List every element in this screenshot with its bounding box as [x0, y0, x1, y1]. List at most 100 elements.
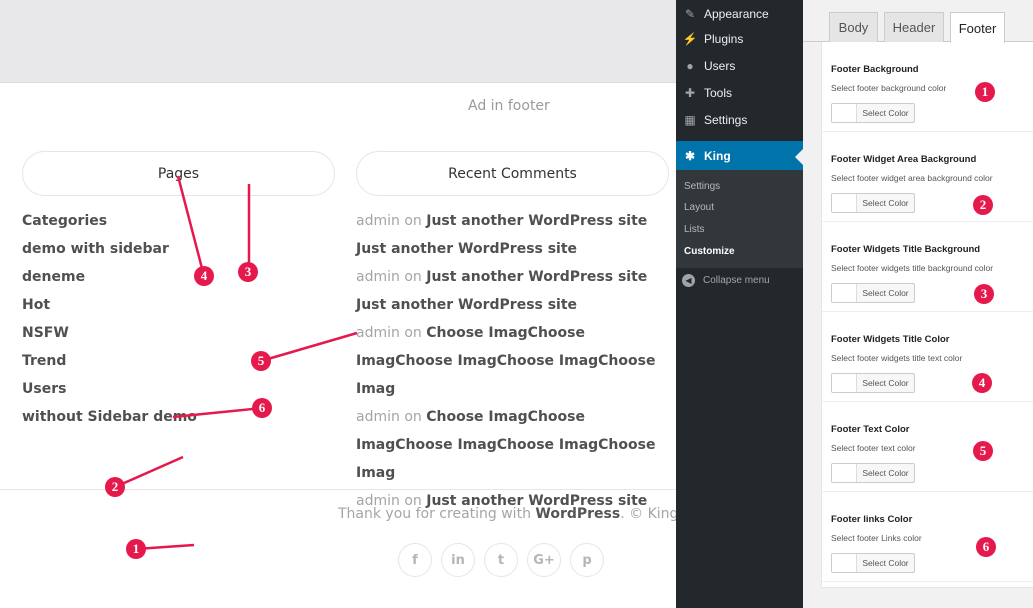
- select-color-button[interactable]: Select Color: [831, 103, 915, 123]
- comment-on: on: [404, 409, 422, 425]
- page-link-without-sidebar-demo[interactable]: without Sidebar demo: [22, 403, 197, 431]
- setting-description: Select footer Links color: [831, 533, 922, 543]
- setting-footer-widget-area-background: Footer Widget Area Background Select foo…: [822, 132, 1033, 222]
- comment-author[interactable]: admin: [356, 325, 400, 341]
- admin-menu-settings[interactable]: ▦ Settings: [676, 106, 803, 133]
- admin-menu-appearance[interactable]: ✎ Appearance: [676, 0, 803, 27]
- admin-submenu: Settings Layout Lists Customize: [676, 170, 803, 268]
- admin-menu-king[interactable]: ✱ King: [676, 141, 803, 170]
- comment-item: admin on Choose ImagChoose ImagChoose Im…: [356, 403, 666, 487]
- footer-credit-prefix: Thank you for creating with: [338, 506, 536, 522]
- footer-credit-suffix: . © King Press: [620, 506, 676, 522]
- select-color-label: Select Color: [862, 288, 909, 298]
- setting-description: Select footer text color: [831, 443, 916, 453]
- tab-header[interactable]: Header: [884, 12, 944, 42]
- footer-divider: [0, 489, 676, 490]
- page-link-nsfw[interactable]: NSFW: [22, 319, 197, 347]
- comment-post-link[interactable]: Choose ImagChoose ImagChoose ImagChoose …: [356, 325, 655, 397]
- pinterest-icon[interactable]: p: [570, 543, 604, 577]
- page-link-deneme[interactable]: deneme: [22, 263, 197, 291]
- select-color-label: Select Color: [862, 378, 909, 388]
- gear-icon: ✱: [684, 148, 696, 163]
- preview-top-area: [0, 0, 676, 83]
- select-color-button[interactable]: Select Color: [831, 283, 915, 303]
- select-color-button[interactable]: Select Color: [831, 463, 915, 483]
- comment-on: on: [404, 213, 422, 229]
- tab-footer[interactable]: Footer: [950, 12, 1005, 43]
- collapse-menu-button[interactable]: ◀ Collapse menu: [682, 274, 770, 287]
- select-color-button[interactable]: Select Color: [831, 373, 915, 393]
- collapse-arrow-icon: ◀: [682, 274, 695, 287]
- setting-title: Footer Widgets Title Background: [831, 244, 981, 255]
- user-icon: ●: [686, 58, 694, 73]
- customizer-panel: Body Header Footer Footer Background Sel…: [803, 0, 1033, 608]
- google-plus-icon[interactable]: G+: [527, 543, 561, 577]
- admin-menu-label: Users: [704, 58, 736, 73]
- footer-settings: Footer Background Select footer backgrou…: [821, 42, 1033, 588]
- comment-item: admin on Choose ImagChoose ImagChoose Im…: [356, 319, 666, 403]
- social-icons: f in t G+ p: [398, 543, 604, 577]
- recent-comments-list: admin on Just another WordPress site Jus…: [356, 207, 666, 515]
- page-link-hot[interactable]: Hot: [22, 291, 197, 319]
- footer-wordpress-link[interactable]: WordPress: [535, 506, 620, 522]
- setting-title: Footer Text Color: [831, 424, 910, 435]
- setting-title: Footer Widget Area Background: [831, 154, 977, 165]
- admin-menu-users[interactable]: ● Users: [676, 52, 803, 79]
- comment-on: on: [404, 269, 422, 285]
- comment-post-link[interactable]: Choose ImagChoose ImagChoose ImagChoose …: [356, 409, 655, 481]
- color-swatch: [832, 284, 857, 302]
- select-color-label: Select Color: [862, 558, 909, 568]
- twitter-icon[interactable]: t: [484, 543, 518, 577]
- pages-widget-title: Pages: [22, 151, 335, 196]
- admin-menu-label: Tools: [704, 85, 733, 100]
- plugin-icon: ⚡: [682, 31, 698, 46]
- pages-list: Categories demo with sidebar deneme Hot …: [22, 207, 197, 431]
- submenu-lists[interactable]: Lists: [684, 224, 705, 235]
- admin-menu: ✎ Appearance ⚡ Plugins ● Users ✚ Tools ▦…: [676, 0, 803, 608]
- tab-body[interactable]: Body: [829, 12, 878, 42]
- collapse-menu-label: Collapse menu: [703, 275, 770, 286]
- select-color-label: Select Color: [862, 108, 909, 118]
- select-color-label: Select Color: [862, 198, 909, 208]
- comment-post-link[interactable]: Just another WordPress site Just another…: [356, 213, 647, 257]
- page-link-categories[interactable]: Categories: [22, 207, 197, 235]
- setting-footer-text-color: Footer Text Color Select footer text col…: [822, 402, 1033, 492]
- comment-item: admin on Just another WordPress site Jus…: [356, 263, 666, 319]
- setting-title: Footer Widgets Title Color: [831, 334, 950, 345]
- comment-item: admin on Just another WordPress site Jus…: [356, 207, 666, 263]
- comment-author[interactable]: admin: [356, 409, 400, 425]
- page-link-users[interactable]: Users: [22, 375, 197, 403]
- color-swatch: [832, 554, 857, 572]
- submenu-customize[interactable]: Customize: [684, 246, 735, 257]
- settings-icon: ▦: [684, 112, 696, 127]
- comment-post-link[interactable]: Just another WordPress site Just another…: [356, 269, 647, 313]
- admin-menu-label: King: [704, 148, 731, 163]
- customizer-tabs: Body Header Footer: [803, 0, 1033, 43]
- page-link-demo-with-sidebar[interactable]: demo with sidebar: [22, 235, 197, 263]
- select-color-button[interactable]: Select Color: [831, 553, 915, 573]
- setting-footer-links-color: Footer links Color Select footer Links c…: [822, 492, 1033, 582]
- wrench-icon: ✚: [684, 85, 696, 100]
- submenu-settings[interactable]: Settings: [684, 181, 720, 192]
- comment-author[interactable]: admin: [356, 213, 400, 229]
- comment-author[interactable]: admin: [356, 269, 400, 285]
- select-color-button[interactable]: Select Color: [831, 193, 915, 213]
- facebook-icon[interactable]: f: [398, 543, 432, 577]
- footer-credit: Thank you for creating with WordPress. ©…: [338, 506, 676, 522]
- admin-menu-plugins[interactable]: ⚡ Plugins: [676, 25, 803, 52]
- setting-description: Select footer widget area background col…: [831, 173, 993, 183]
- footer-ad: Ad in footer: [468, 98, 550, 114]
- admin-menu-tools[interactable]: ✚ Tools: [676, 79, 803, 106]
- admin-menu-label: Appearance: [704, 6, 769, 21]
- linkedin-icon[interactable]: in: [441, 543, 475, 577]
- setting-footer-background: Footer Background Select footer backgrou…: [822, 42, 1033, 132]
- color-swatch: [832, 374, 857, 392]
- submenu-layout[interactable]: Layout: [684, 202, 714, 213]
- admin-menu-label: Settings: [704, 112, 748, 127]
- select-color-label: Select Color: [862, 468, 909, 478]
- setting-description: Select footer widgets title text color: [831, 353, 963, 363]
- setting-footer-widgets-title-background: Footer Widgets Title Background Select f…: [822, 222, 1033, 312]
- paintbrush-icon: ✎: [684, 6, 696, 21]
- page-link-trend[interactable]: Trend: [22, 347, 197, 375]
- setting-description: Select footer background color: [831, 83, 947, 93]
